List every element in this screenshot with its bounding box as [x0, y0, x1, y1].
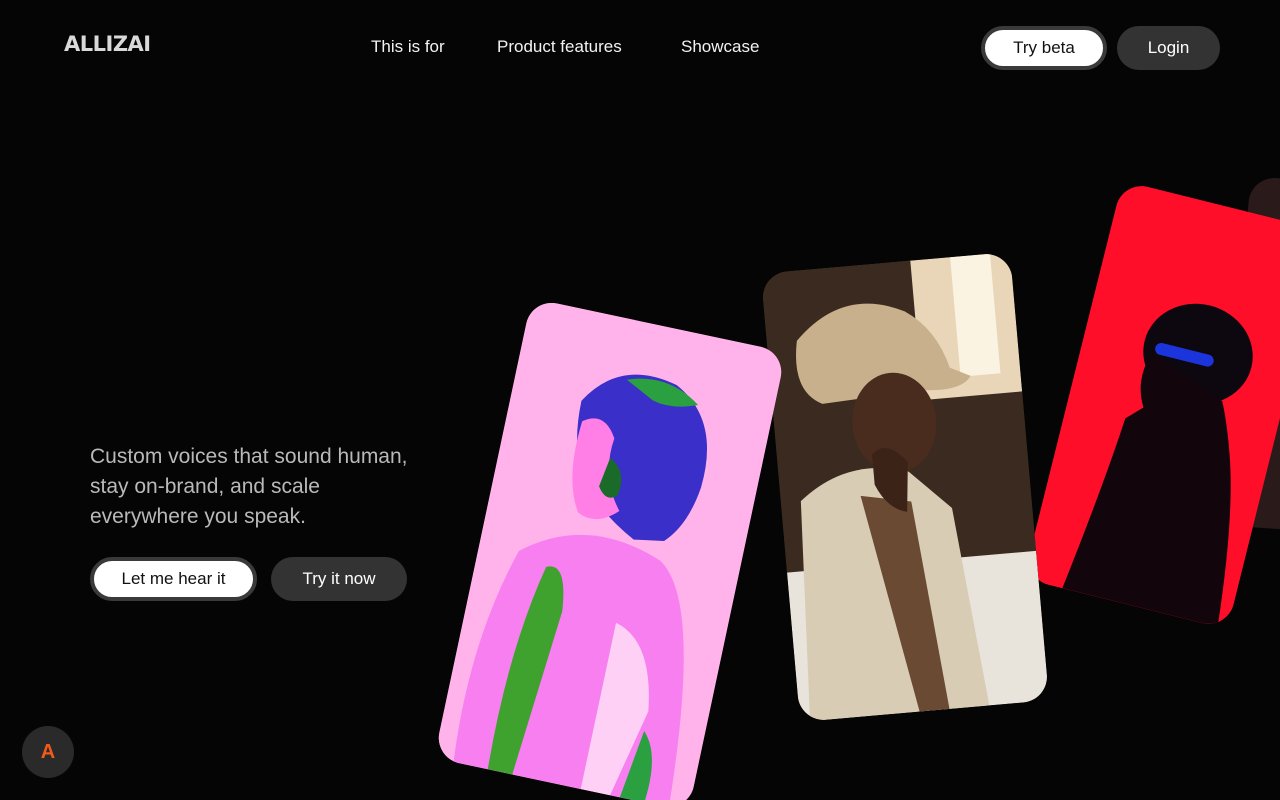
nav-link-showcase[interactable]: Showcase: [681, 37, 759, 57]
red-silhouette-image: [1023, 180, 1280, 630]
logo[interactable]: ALLIZAI: [64, 32, 151, 56]
login-button[interactable]: Login: [1117, 26, 1220, 70]
nav-link-product-features[interactable]: Product features: [497, 37, 622, 57]
voice-card-pink-portrait[interactable]: [433, 298, 787, 800]
let-me-hear-it-button[interactable]: Let me hear it: [90, 557, 257, 601]
person-in-bucket-hat-image: [760, 251, 1050, 723]
try-beta-button[interactable]: Try beta: [981, 26, 1107, 70]
assistant-fab-button[interactable]: A: [22, 726, 74, 778]
landing-page: ALLIZAI This is for Product features Sho…: [0, 0, 1280, 800]
nav-link-this-is-for[interactable]: This is for: [371, 37, 445, 57]
try-it-now-button[interactable]: Try it now: [271, 557, 407, 601]
hero-tagline: Custom voices that sound human, stay on-…: [90, 445, 408, 528]
voice-card-red-portrait[interactable]: [1023, 180, 1280, 630]
glitch-portrait-image: [433, 298, 787, 800]
voice-card-photo-portrait[interactable]: [760, 251, 1050, 723]
